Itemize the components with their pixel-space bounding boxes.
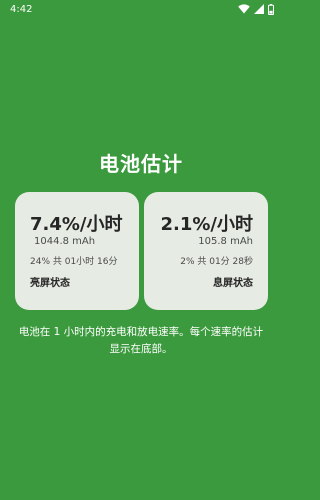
rate-description: 电池在 1 小时内的充电和放电速率。每个速率的估计 显示在底部。 xyxy=(12,324,270,358)
screen-off-summary: 2% 共 01分 28秒 xyxy=(180,257,253,267)
status-bar: 4:42 xyxy=(0,0,282,18)
screen-on-state-label: 亮屏状态 xyxy=(30,278,70,289)
status-time: 4:42 xyxy=(10,3,33,15)
screen-on-summary: 24% 共 01小时 16分 xyxy=(30,257,118,267)
screen-on-rate: 7.4%/小时 xyxy=(30,214,123,235)
screen-on-card: 7.4%/小时 1044.8 mAh 24% 共 01小时 16分 亮屏状态 xyxy=(15,192,139,310)
screen-off-card: 2.1%/小时 105.8 mAh 2% 共 01分 28秒 息屏状态 xyxy=(144,192,268,310)
wifi-icon xyxy=(238,4,250,14)
screen-off-mah: 105.8 mAh xyxy=(198,236,253,247)
screen-off-state-label: 息屏状态 xyxy=(213,278,253,289)
battery-icon xyxy=(268,3,274,15)
screen-on-mah: 1044.8 mAh xyxy=(34,236,96,247)
signal-icon xyxy=(254,4,264,14)
rate-description-line-2: 显示在底部。 xyxy=(109,343,173,355)
rate-description-line-1: 电池在 1 小时内的充电和放电速率。每个速率的估计 xyxy=(18,326,264,338)
page-title: 电池估计 xyxy=(99,152,183,176)
screen-off-rate: 2.1%/小时 xyxy=(160,214,254,235)
status-icons xyxy=(238,3,274,15)
